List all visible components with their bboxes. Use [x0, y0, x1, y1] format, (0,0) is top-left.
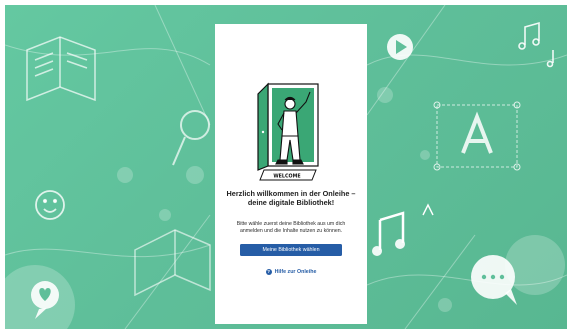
- help-link[interactable]: ? Hilfe zur Onleihe: [215, 269, 367, 275]
- help-link-label: Hilfe zur Onleihe: [274, 269, 317, 275]
- welcome-door-illustration: WELCOME: [257, 82, 319, 181]
- letter-a-icon: [433, 101, 521, 171]
- background-pattern: WELCOME Herzlich willkommen in der Onlei…: [5, 5, 567, 329]
- smiley-icon: [35, 190, 65, 220]
- magnifier-icon: [172, 110, 210, 166]
- question-circle-icon: ?: [265, 268, 272, 275]
- play-icon: [387, 34, 413, 60]
- choose-library-button[interactable]: Meine Bibliothek wählen: [240, 244, 342, 256]
- welcome-mat-label: WELCOME: [273, 174, 300, 180]
- welcome-description: Bitte wähle zuerst deine Bibliothek aus …: [236, 221, 346, 234]
- welcome-card: WELCOME Herzlich willkommen in der Onlei…: [215, 24, 367, 324]
- choose-library-label: Meine Bibliothek wählen: [262, 247, 320, 253]
- book-icon: [26, 36, 96, 102]
- welcome-title: Herzlich willkommen in der Onleihe – dei…: [226, 189, 356, 207]
- music-note-icon: [518, 21, 554, 68]
